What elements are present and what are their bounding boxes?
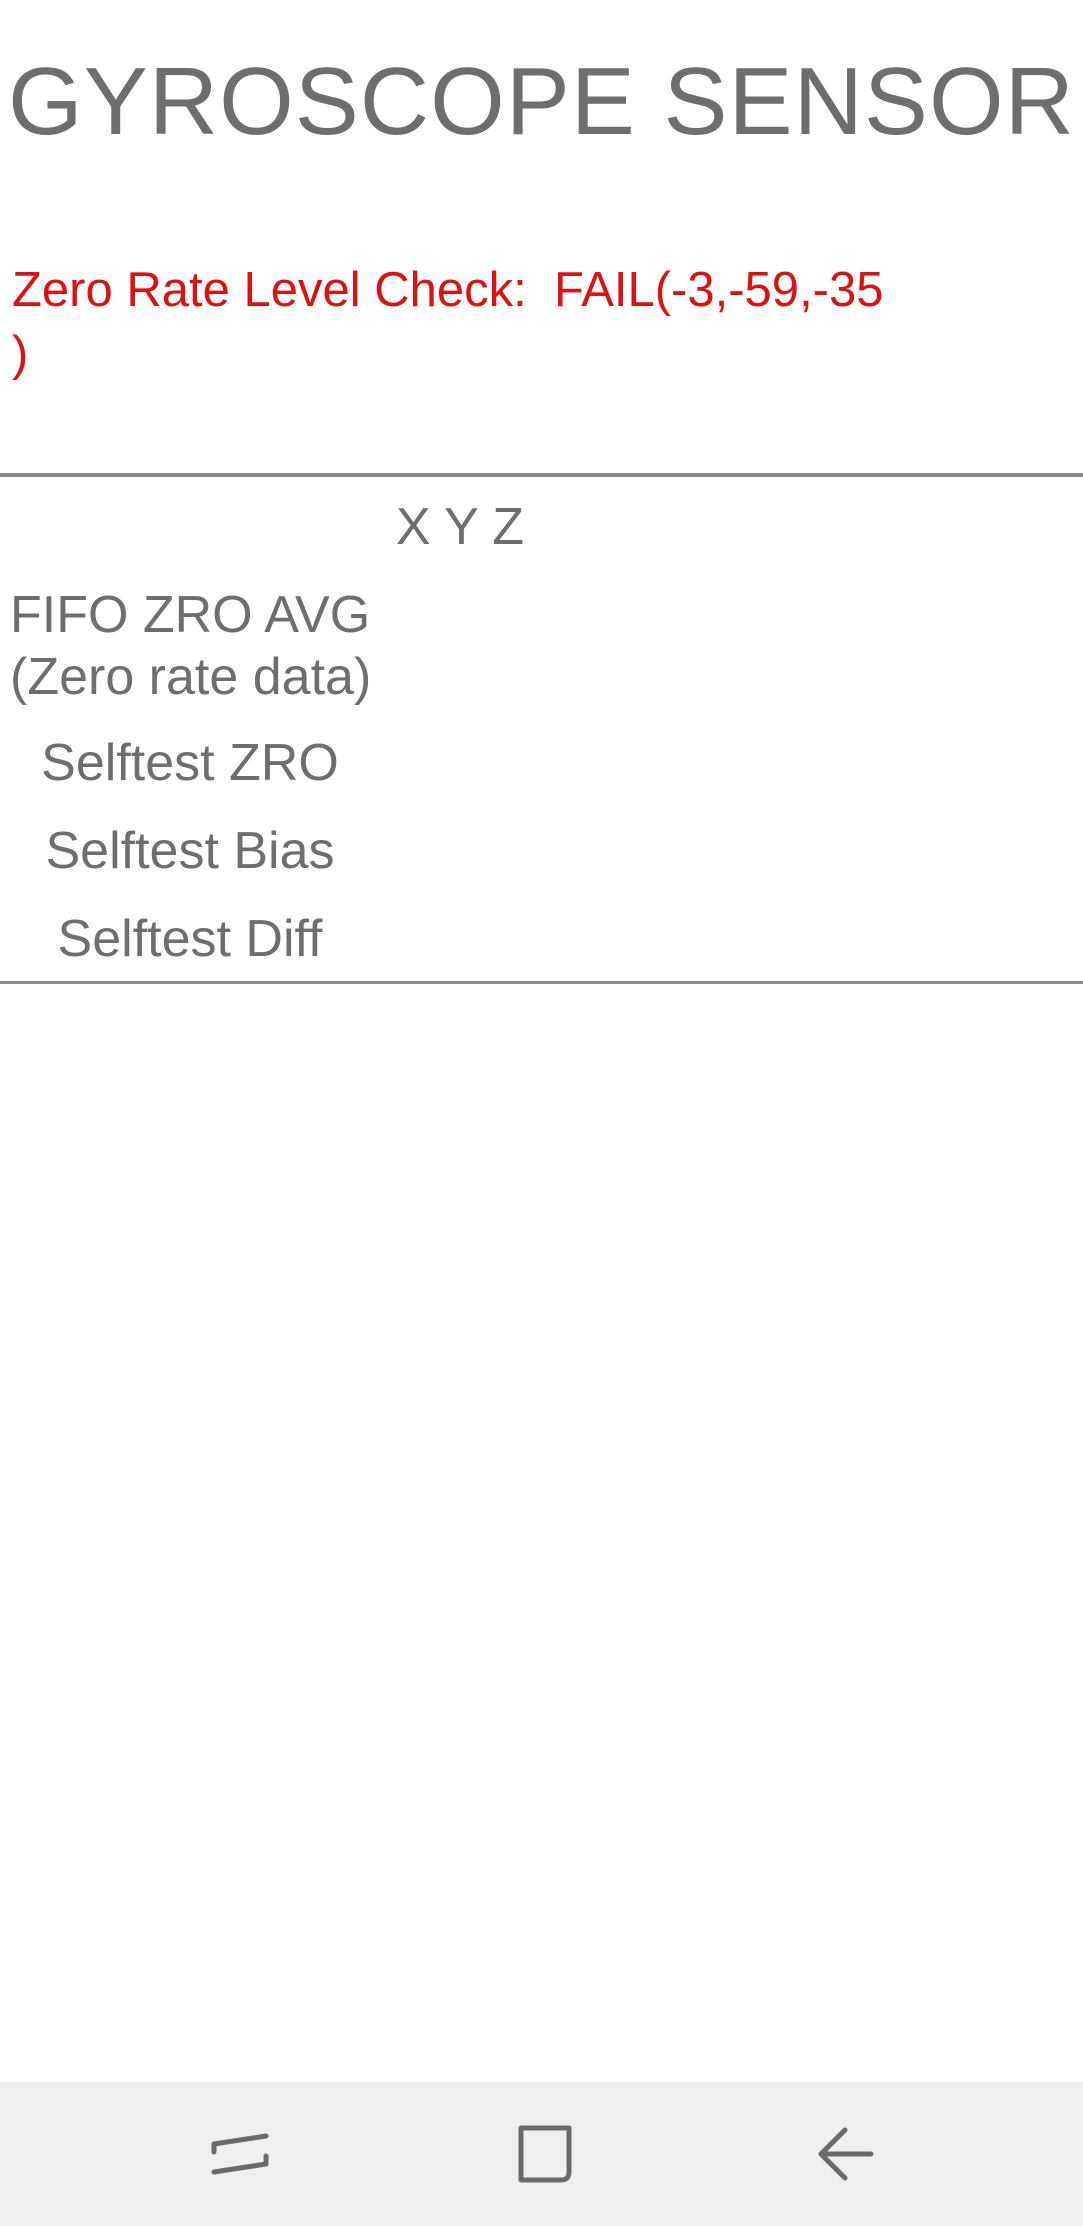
selftest-diff-label: Selftest Diff [57, 910, 323, 968]
page-title: GYROSCOPE SENSOR [8, 48, 1075, 155]
selftest-zro-label: Selftest ZRO [41, 734, 339, 792]
zero-rate-level-check-status: Zero Rate Level Check: FAIL(-3,-59,-35 ) [12, 263, 884, 381]
divider-bottom [0, 981, 1083, 984]
navigation-bar [0, 2082, 1083, 2226]
home-icon[interactable] [503, 2114, 583, 2194]
fifo-zro-avg-label: FIFO ZRO AVG (Zero rate data) [10, 586, 372, 706]
recent-apps-icon[interactable] [200, 2114, 280, 2194]
selftest-bias-label: Selftest Bias [45, 822, 335, 880]
back-icon[interactable] [805, 2114, 885, 2194]
xyz-column-header: X Y Z [395, 498, 525, 556]
divider-top [0, 473, 1083, 477]
